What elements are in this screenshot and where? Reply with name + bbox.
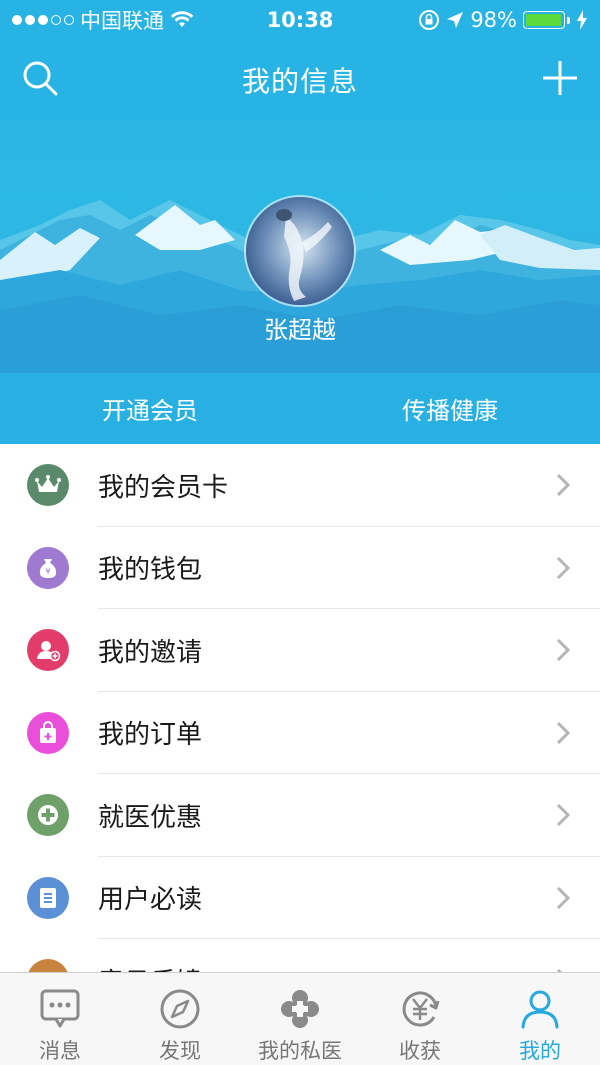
location-arrow-icon	[447, 12, 464, 28]
add-button[interactable]	[540, 58, 580, 98]
tab-messages[interactable]: 消息	[0, 973, 120, 1065]
menu-item-label: 意见反馈	[98, 962, 554, 972]
tab-mine[interactable]: 我的	[480, 973, 600, 1065]
tab-label: 发现	[159, 1039, 201, 1063]
medical-cross-icon	[27, 794, 69, 837]
tab-label: 消息	[39, 1039, 81, 1063]
profile-header: 张超越	[0, 120, 600, 373]
page-title: 我的信息	[241, 65, 358, 98]
tab-bar: 消息 发现 我的私医 收获 我的	[0, 972, 600, 1065]
tab-private-doctor[interactable]: 我的私医	[240, 973, 360, 1065]
tab-label: 收获	[399, 1039, 441, 1063]
menu-item-label: 我的订单	[98, 720, 203, 751]
menu-item-membership-card[interactable]: 我的会员卡	[0, 444, 600, 527]
chevron-right-icon	[556, 556, 571, 579]
menu-item-wallet[interactable]: ¥ 我的钱包	[0, 527, 600, 610]
tab-discover[interactable]: 发现	[120, 973, 240, 1065]
menu-item-invitation[interactable]: 我的邀请	[0, 609, 600, 692]
search-icon	[23, 61, 58, 96]
wifi-icon	[170, 11, 194, 27]
menu-item-label: 我的邀请	[98, 637, 203, 668]
battery-percent: 98%	[470, 8, 517, 32]
menu-item-label: 用户必读	[98, 885, 203, 916]
signal-strength-icon	[12, 15, 74, 25]
shopping-bag-icon	[27, 711, 69, 754]
rotation-lock-icon	[419, 10, 440, 30]
chevron-right-icon	[556, 721, 571, 744]
menu-item-orders[interactable]: 我的订单	[0, 692, 600, 775]
money-bag-icon: ¥	[27, 546, 69, 589]
menu-item-label: 就医优惠	[98, 802, 203, 833]
invite-user-icon	[27, 629, 69, 672]
chevron-right-icon	[556, 639, 571, 662]
tab-label: 我的	[519, 1039, 561, 1063]
status-bar: 中国联通 10:38 98%	[0, 0, 600, 40]
navigation-bar: 我的信息	[0, 40, 600, 120]
carrier-label: 中国联通	[80, 9, 164, 33]
svg-text:¥: ¥	[45, 567, 50, 576]
plus-icon	[543, 61, 577, 95]
crown-icon	[27, 464, 69, 507]
tab-harvest[interactable]: 收获	[360, 973, 480, 1065]
chevron-right-icon	[556, 886, 571, 909]
message-icon	[40, 989, 80, 1028]
user-name: 张超越	[264, 316, 336, 344]
status-right: 98%	[418, 8, 588, 32]
avatar[interactable]	[244, 195, 356, 307]
yuan-icon	[402, 991, 440, 1027]
tab-label: 我的私医	[258, 1039, 342, 1063]
document-icon	[27, 876, 69, 919]
menu-item-user-guide[interactable]: 用户必读	[0, 857, 600, 940]
share-health-button[interactable]: 传播健康	[300, 373, 600, 444]
chevron-right-icon	[556, 474, 571, 497]
clover-icon	[281, 990, 319, 1028]
action-row: 开通会员 传播健康	[0, 373, 600, 444]
feedback-icon	[27, 959, 69, 972]
open-membership-button[interactable]: 开通会员	[0, 373, 300, 444]
compass-icon	[160, 989, 200, 1029]
chevron-right-icon	[556, 804, 571, 827]
clock: 10:38	[266, 8, 334, 32]
menu-list: 我的会员卡 ¥ 我的钱包 我的邀请 我的订单 就医优惠 用户必读	[0, 444, 600, 972]
charging-bolt-icon	[577, 10, 587, 30]
search-button[interactable]	[20, 58, 60, 98]
menu-item-label: 我的钱包	[98, 555, 203, 586]
menu-item-feedback[interactable]: 意见反馈	[0, 939, 600, 972]
status-left: 中国联通	[12, 5, 194, 35]
person-icon	[521, 990, 559, 1029]
menu-item-label: 我的会员卡	[98, 472, 229, 503]
menu-item-medical-discount[interactable]: 就医优惠	[0, 774, 600, 857]
avatar-image	[246, 197, 354, 305]
battery-icon	[523, 11, 570, 29]
